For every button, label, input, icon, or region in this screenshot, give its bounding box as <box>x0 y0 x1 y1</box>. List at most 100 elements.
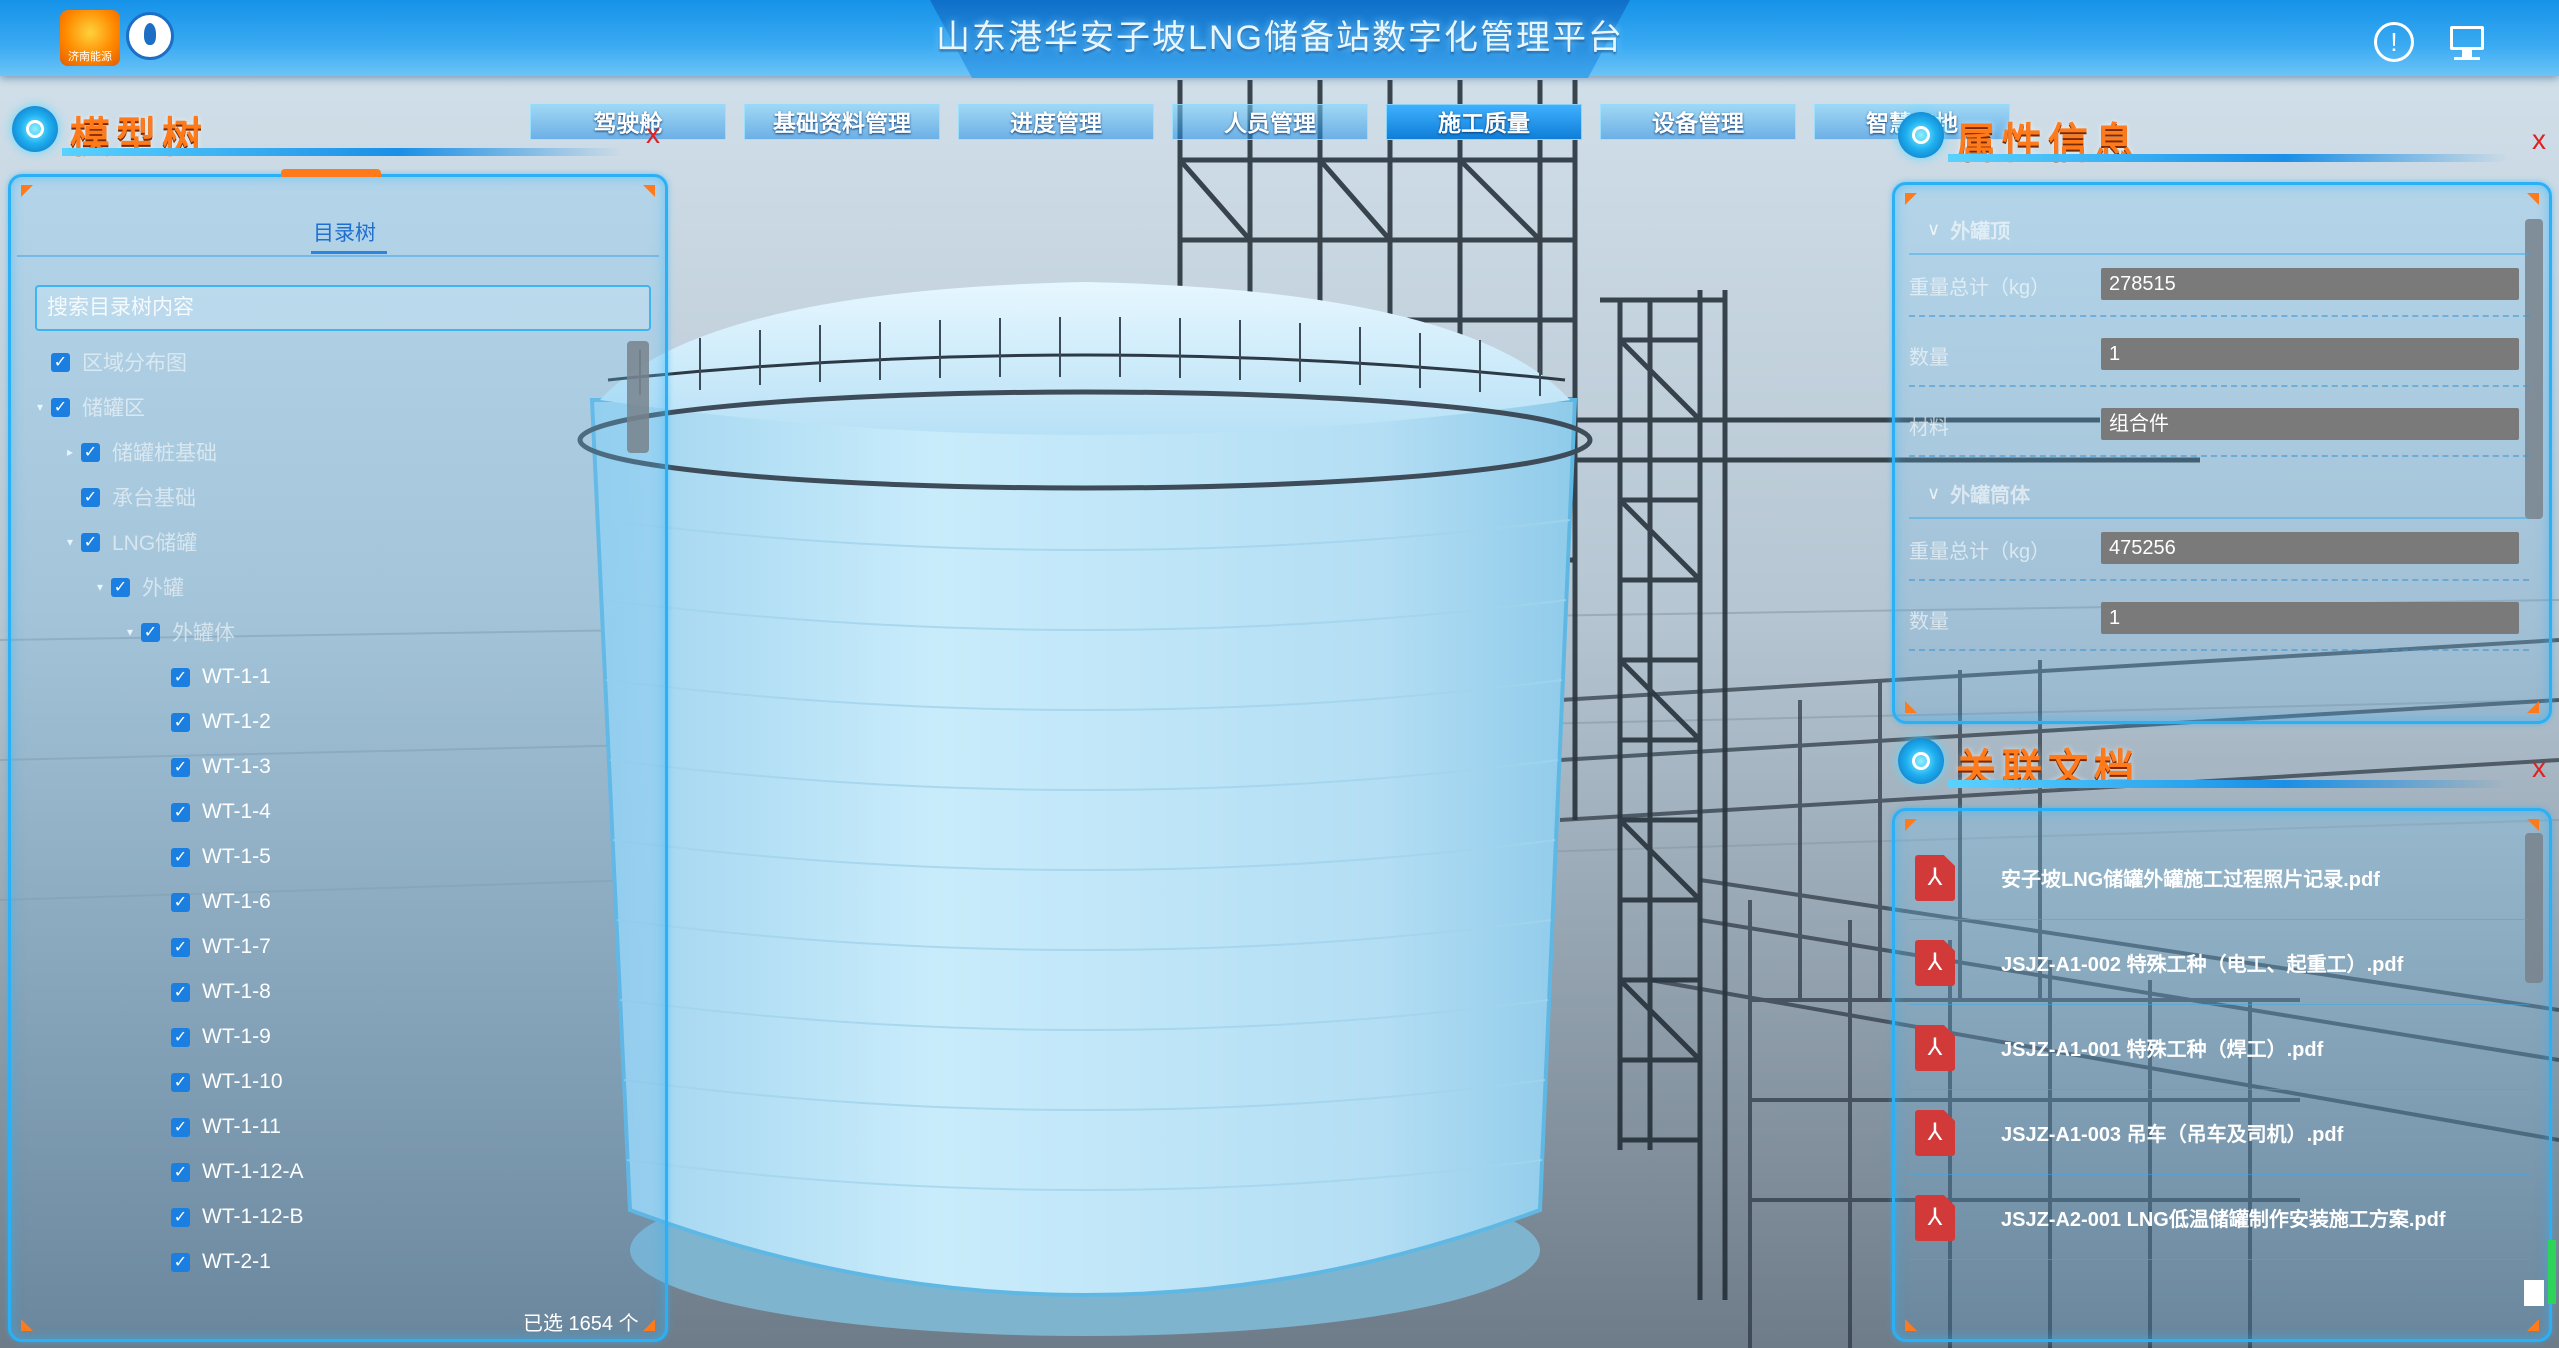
tree-item[interactable]: ▾ ✓ 外罐体 <box>123 617 235 647</box>
tree-checkbox[interactable]: ✓ <box>171 712 190 732</box>
tree-item[interactable]: ▾ ✓ 储罐区 <box>33 392 145 422</box>
tab-nav-1[interactable]: 基础资料管理 <box>744 104 940 140</box>
documents-close-icon[interactable]: x <box>2532 754 2546 782</box>
tree-item[interactable]: ✓ WT-1-4 <box>153 797 271 827</box>
tree-item-label: WT-1-7 <box>202 935 271 958</box>
corner-widget[interactable] <box>2524 1280 2544 1306</box>
tree-item[interactable]: ✓ WT-1-5 <box>153 842 271 872</box>
document-item[interactable]: JSJZ-A1-001 特殊工种（焊工）.pdf <box>1909 1005 2529 1090</box>
tree-checkbox[interactable]: ✓ <box>141 622 160 642</box>
tree-checkbox[interactable]: ✓ <box>171 982 190 1002</box>
tree-checkbox[interactable]: ✓ <box>171 1117 190 1137</box>
attributes-close-icon[interactable]: x <box>2532 126 2546 154</box>
chevron-down-icon[interactable]: ∨ <box>1927 219 1940 240</box>
lng-tank-graphic[interactable] <box>577 282 1593 1336</box>
tree-checkbox[interactable]: ✓ <box>171 1207 190 1227</box>
expand-caret-icon[interactable]: ▸ <box>63 445 77 459</box>
tree-checkbox[interactable]: ✓ <box>51 397 70 417</box>
tree-item[interactable]: ✓ WT-1-6 <box>153 887 271 917</box>
tree-item[interactable]: ▸ ✓ 储罐桩基础 <box>63 437 217 467</box>
tree-item[interactable]: ✓ WT-1-1 <box>153 662 271 692</box>
tree-checkbox[interactable]: ✓ <box>171 757 190 777</box>
attribute-section[interactable]: ∨ 外罐顶 <box>1909 209 2529 249</box>
header-bar <box>62 148 622 156</box>
attribute-key: 数量 <box>1909 611 1949 633</box>
tree-item-label: WT-1-2 <box>202 710 271 733</box>
document-name: JSJZ-A1-001 特殊工种（焊工）.pdf <box>2001 1039 2324 1061</box>
logo-text: 济南能源 <box>68 51 112 63</box>
attribute-value-field[interactable]: 1 <box>2101 602 2519 634</box>
tree-item-label: WT-1-12-A <box>202 1160 304 1183</box>
tree-item[interactable]: ✓ 承台基础 <box>63 482 196 512</box>
tree-item[interactable]: ✓ WT-1-12-A <box>153 1157 304 1187</box>
tree-checkbox[interactable]: ✓ <box>171 1162 190 1182</box>
document-item[interactable]: JSJZ-A1-002 特殊工种（电工、起重工）.pdf <box>1909 920 2529 1005</box>
expand-caret-icon[interactable]: ▾ <box>63 535 77 549</box>
tree-item[interactable]: ✓ WT-1-7 <box>153 932 271 962</box>
documents-header: 关联文档 <box>1898 732 2558 792</box>
gas-flame-logo-icon <box>126 12 174 60</box>
status-indicator-bar <box>2548 1240 2556 1304</box>
tree-checkbox[interactable]: ✓ <box>81 487 100 507</box>
attribute-value-field[interactable]: 组合件 <box>2101 408 2519 440</box>
tab-directory-tree[interactable]: 目录树 <box>313 217 376 247</box>
expand-caret-icon[interactable]: ▾ <box>93 580 107 594</box>
attributes-header: 属性信息 <box>1898 106 2558 166</box>
tree-checkbox[interactable]: ✓ <box>171 1072 190 1092</box>
alert-circle-icon[interactable]: ! <box>2374 22 2414 62</box>
active-tab-underline <box>311 251 387 254</box>
attribute-value-field[interactable]: 1 <box>2101 338 2519 370</box>
tree-item[interactable]: ✓ 区域分布图 <box>33 347 187 377</box>
tree-search-input[interactable] <box>35 285 651 331</box>
document-item[interactable]: 安子坡LNG储罐外罐施工过程照片记录.pdf <box>1909 835 2529 920</box>
document-item[interactable]: JSJZ-A2-001 LNG低温储罐制作安装施工方案.pdf <box>1909 1175 2529 1260</box>
attribute-key: 数量 <box>1909 347 1949 369</box>
tree-scrollbar[interactable] <box>627 341 649 453</box>
attribute-section[interactable]: ∨ 外罐筒体 <box>1909 473 2529 513</box>
attributes-panel: ∨ 外罐顶 重量总计（kg） 278515 数量 1 材料 组合件 ∨ 外罐筒体 重量总计（kg） 4… <box>1892 182 2552 724</box>
tree-item[interactable]: ✓ WT-1-2 <box>153 707 271 737</box>
tree-checkbox[interactable]: ✓ <box>111 577 130 597</box>
company-logo-icon: 济南能源 <box>60 10 120 66</box>
tree-checkbox[interactable]: ✓ <box>171 802 190 822</box>
tree-checkbox[interactable]: ✓ <box>51 352 70 372</box>
tree-checkbox[interactable]: ✓ <box>171 847 190 867</box>
tree-checkbox[interactable]: ✓ <box>81 532 100 552</box>
tree-checkbox[interactable]: ✓ <box>171 667 190 687</box>
model-tree-panel: 目录树 ✓ 区域分布图 ▾ ✓ 储罐区 ▸ ✓ 储罐桩基础 ✓ 承台基础 ▾ ✓ LNG储罐 ▾ ✓ 外罐 ▾ ✓… <box>8 169 668 1342</box>
tree-item[interactable]: ▾ ✓ 外罐 <box>93 572 184 602</box>
tree-item-label: WT-1-10 <box>202 1070 283 1093</box>
chevron-down-icon[interactable]: ∨ <box>1927 483 1940 504</box>
tree-checkbox[interactable]: ✓ <box>81 442 100 462</box>
tab-nav-4[interactable]: 施工质量 <box>1386 104 1582 140</box>
tree-checkbox[interactable]: ✓ <box>171 937 190 957</box>
document-item[interactable]: JSJZ-A1-003 吊车（吊车及司机）.pdf <box>1909 1090 2529 1175</box>
divider <box>17 255 659 257</box>
tree-close-icon[interactable]: x <box>646 120 660 148</box>
tree-checkbox[interactable]: ✓ <box>171 1027 190 1047</box>
attribute-key: 重量总计（kg） <box>1909 541 2051 563</box>
tree-item[interactable]: ✓ WT-2-1 <box>153 1247 271 1277</box>
tree-item-label: WT-2-1 <box>202 1250 271 1273</box>
tree-checkbox[interactable]: ✓ <box>171 1252 190 1272</box>
tree-item[interactable]: ✓ WT-1-10 <box>153 1067 283 1097</box>
document-name: 安子坡LNG储罐外罐施工过程照片记录.pdf <box>2001 869 2380 891</box>
expand-caret-icon[interactable]: ▾ <box>123 625 137 639</box>
tree-item[interactable]: ▾ ✓ LNG储罐 <box>63 527 197 557</box>
tree-item[interactable]: ✓ WT-1-11 <box>153 1112 281 1142</box>
tab-nav-5[interactable]: 设备管理 <box>1600 104 1796 140</box>
tab-nav-3[interactable]: 人员管理 <box>1172 104 1368 140</box>
tree-checkbox[interactable]: ✓ <box>171 892 190 912</box>
pdf-file-icon <box>1915 940 1955 986</box>
app-header: 山东港华安子坡LNG储备站数字化管理平台 济南能源 ! <box>0 0 2559 78</box>
tree-item[interactable]: ✓ WT-1-3 <box>153 752 271 782</box>
attribute-value-field[interactable]: 475256 <box>2101 532 2519 564</box>
tree-item[interactable]: ✓ WT-1-9 <box>153 1022 271 1052</box>
tree-item[interactable]: ✓ WT-1-12-B <box>153 1202 304 1232</box>
attribute-value-field[interactable]: 278515 <box>2101 268 2519 300</box>
tab-nav-2[interactable]: 进度管理 <box>958 104 1154 140</box>
tree-item[interactable]: ✓ WT-1-8 <box>153 977 271 1007</box>
monitor-icon[interactable] <box>2448 22 2488 62</box>
header-bar <box>1948 154 2508 162</box>
expand-caret-icon[interactable]: ▾ <box>33 400 47 414</box>
